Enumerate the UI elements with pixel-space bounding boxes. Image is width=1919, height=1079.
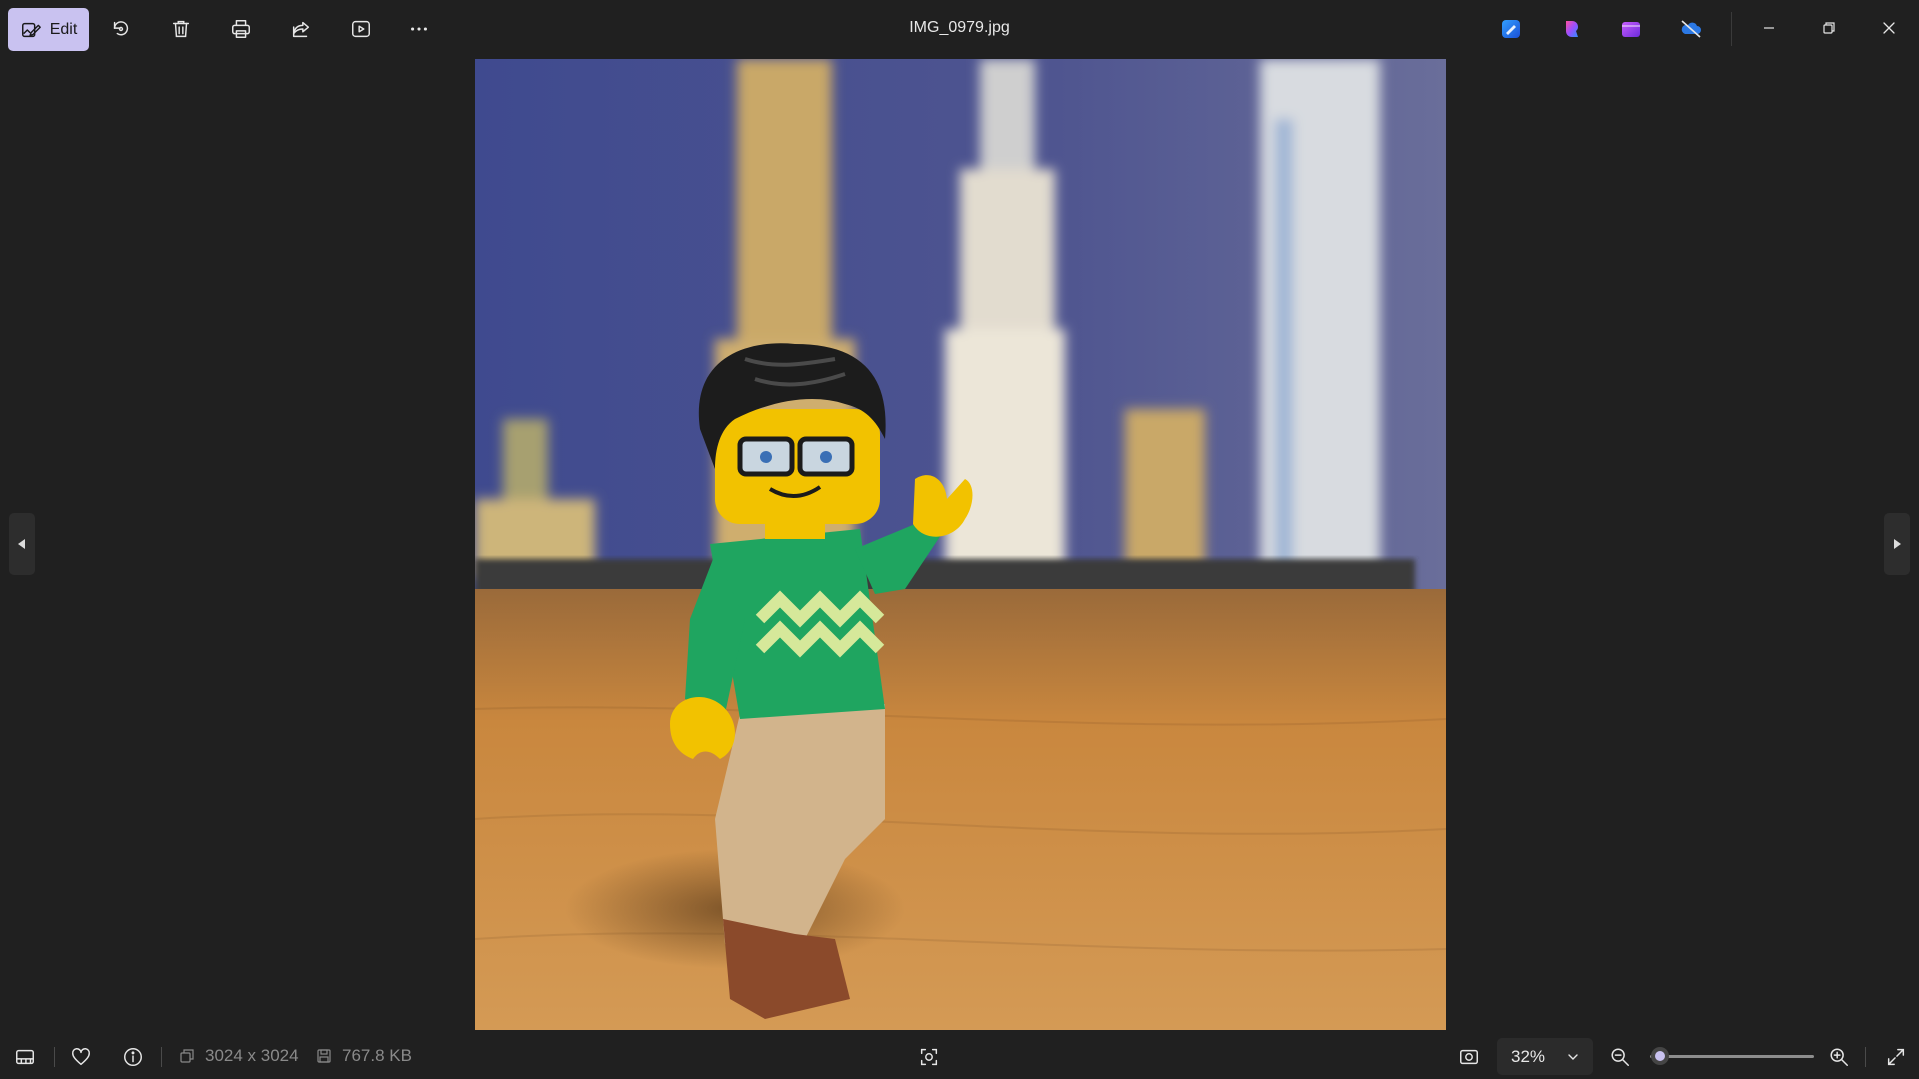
zoom-slider-thumb[interactable] bbox=[1650, 1047, 1669, 1065]
dimensions-text: 3024 x 3024 bbox=[205, 1046, 299, 1065]
visual-search-button[interactable] bbox=[915, 1043, 943, 1071]
copilot-app-icon bbox=[1566, 21, 1578, 37]
minimize-icon bbox=[1764, 27, 1774, 29]
onedrive-app-button[interactable] bbox=[1677, 15, 1705, 43]
chevron-right-icon bbox=[1894, 539, 1901, 549]
status-divider bbox=[1865, 1047, 1866, 1067]
toolbar-divider bbox=[1731, 12, 1732, 46]
favorite-button[interactable] bbox=[67, 1043, 95, 1071]
fit-to-window-button[interactable] bbox=[1455, 1043, 1483, 1071]
visual-search-icon bbox=[920, 1048, 938, 1066]
zoom-in-icon bbox=[1830, 1048, 1848, 1066]
status-divider bbox=[54, 1047, 55, 1067]
fullscreen-button[interactable] bbox=[1882, 1043, 1910, 1071]
filmstrip-icon bbox=[16, 1049, 34, 1065]
lego-minifigure-photo bbox=[475, 59, 1446, 1030]
zoom-level-dropdown[interactable]: 32% bbox=[1497, 1038, 1593, 1075]
zoom-slider[interactable] bbox=[1650, 1046, 1814, 1066]
status-divider bbox=[161, 1047, 162, 1067]
fit-screen-icon bbox=[1460, 1049, 1478, 1065]
heart-icon bbox=[72, 1048, 90, 1066]
image-dimensions: 3024 x 3024 bbox=[179, 1046, 299, 1066]
info-icon bbox=[124, 1048, 142, 1066]
bottom-status-bar: 3024 x 3024 767.8 KB 32% bbox=[0, 1034, 1919, 1079]
zoom-out-button[interactable] bbox=[1606, 1043, 1634, 1071]
restore-icon bbox=[1823, 22, 1835, 34]
designer-app-button[interactable] bbox=[1497, 15, 1525, 43]
chevron-down-icon bbox=[1568, 1054, 1578, 1060]
minimize-button[interactable] bbox=[1749, 10, 1789, 46]
close-icon bbox=[1883, 22, 1895, 34]
fullscreen-icon bbox=[1887, 1048, 1905, 1066]
resolution-icon bbox=[180, 1049, 194, 1063]
filmstrip-button[interactable] bbox=[11, 1043, 39, 1071]
restore-button[interactable] bbox=[1809, 10, 1849, 46]
zoom-in-button[interactable] bbox=[1825, 1043, 1853, 1071]
file-size: 767.8 KB bbox=[316, 1046, 412, 1066]
clipchamp-app-button[interactable] bbox=[1617, 15, 1645, 43]
designer-app-icon bbox=[1502, 20, 1520, 38]
previous-photo-button[interactable] bbox=[9, 513, 35, 575]
photo-canvas[interactable] bbox=[475, 59, 1446, 1030]
file-size-text: 767.8 KB bbox=[342, 1046, 412, 1065]
zoom-value: 32% bbox=[1511, 1046, 1546, 1066]
next-photo-button[interactable] bbox=[1884, 513, 1910, 575]
copilot-app-button[interactable] bbox=[1558, 15, 1586, 43]
chevron-left-icon bbox=[18, 539, 25, 549]
zoom-out-icon bbox=[1611, 1048, 1629, 1066]
zoom-slider-track bbox=[1650, 1055, 1814, 1058]
close-button[interactable] bbox=[1869, 10, 1909, 46]
top-toolbar: Edit IMG_0979.jpg bbox=[0, 0, 1919, 58]
file-info-button[interactable] bbox=[119, 1043, 147, 1071]
save-disk-icon bbox=[317, 1049, 331, 1063]
clipchamp-app-icon bbox=[1622, 22, 1640, 37]
photos-app-window: Edit IMG_0979.jpg 3024 x 3024 767.8 KB 3… bbox=[0, 0, 1919, 1079]
onedrive-app-icon bbox=[1681, 20, 1701, 38]
